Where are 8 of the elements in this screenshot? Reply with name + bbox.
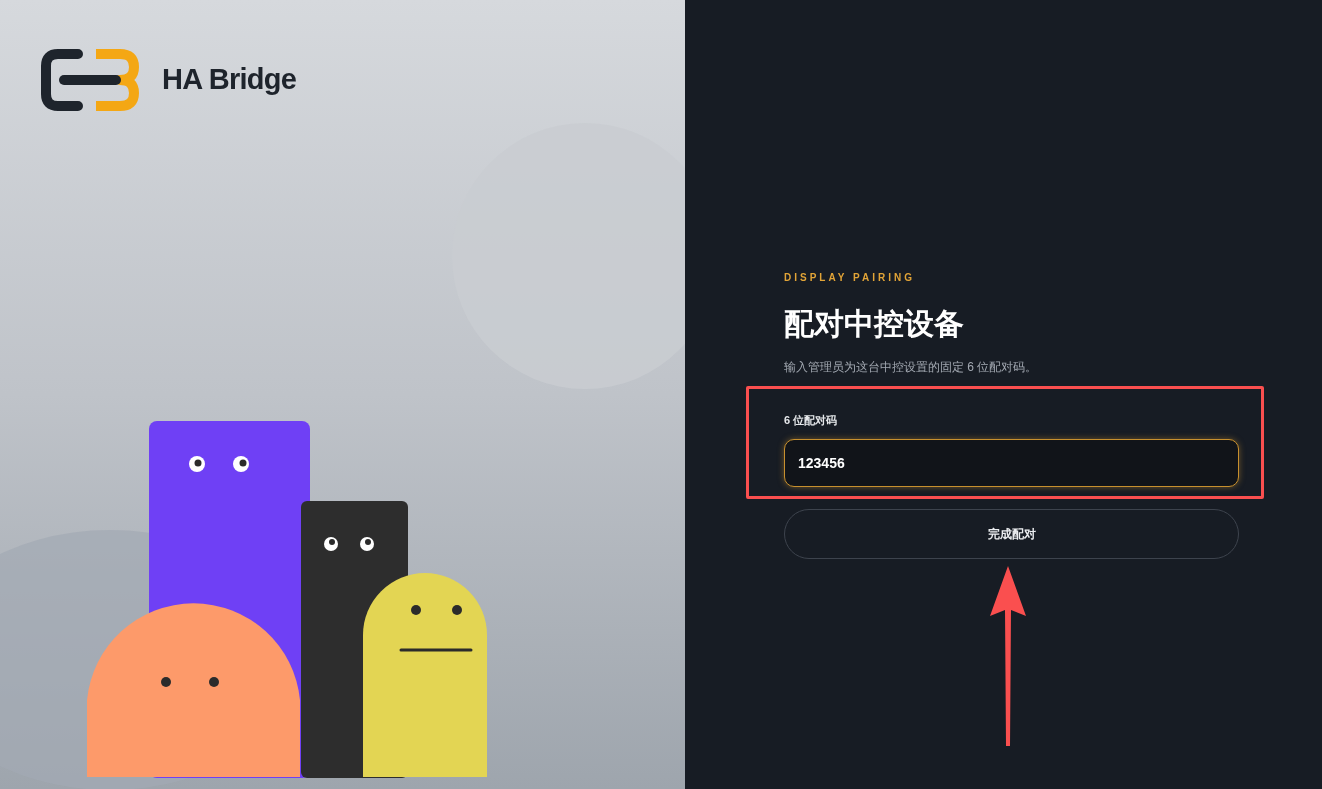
eyebrow-label: DISPLAY PAIRING — [784, 271, 916, 285]
pairing-code-field[interactable]: 123456 — [784, 438, 1239, 487]
field-label: 6 位配对码 — [784, 413, 839, 428]
brand-name: HA Bridge — [162, 62, 297, 98]
description-text: 输入管理员为这台中控设置的固定 6 位配对码。 — [784, 359, 1039, 376]
logo-icon — [38, 46, 142, 114]
page-title: 配对中控设备 — [784, 306, 965, 342]
complete-pairing-button[interactable]: 完成配对 — [784, 508, 1239, 559]
